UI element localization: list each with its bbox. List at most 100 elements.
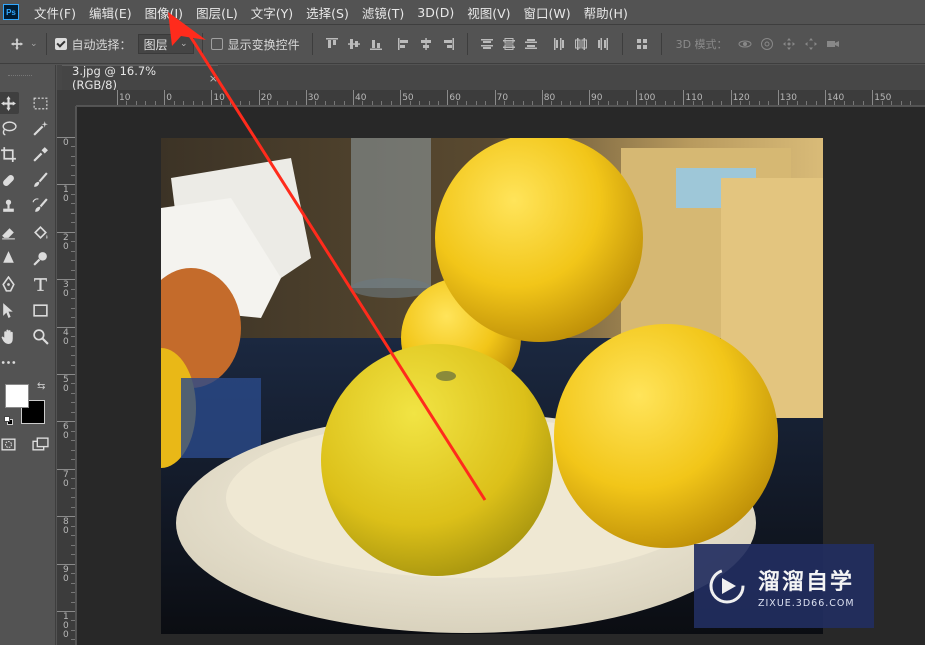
align-horizontal-centers-icon[interactable] <box>415 33 437 55</box>
distribute-top-edges-icon[interactable] <box>476 33 498 55</box>
lasso-tool-icon[interactable] <box>0 117 19 139</box>
ruler-minor-tick <box>324 101 326 105</box>
ruler-minor-tick <box>71 307 75 309</box>
menu-help[interactable]: 帮助(H) <box>584 3 628 22</box>
align-right-edges-icon[interactable] <box>437 33 459 55</box>
ruler-tick <box>400 90 402 105</box>
menu-image[interactable]: 图像(I) <box>145 3 183 22</box>
ruler-minor-tick <box>371 101 373 105</box>
ruler-minor-tick <box>806 101 808 105</box>
swap-colors-icon[interactable]: ⇆ <box>37 381 45 392</box>
edit-toolbar-more-icon[interactable] <box>0 351 19 373</box>
distribute-horizontal-centers-icon[interactable] <box>570 33 592 55</box>
ruler-minor-tick <box>71 174 75 176</box>
screen-mode-icon[interactable] <box>29 433 51 455</box>
auto-select-target-value: 图层 <box>143 37 168 52</box>
ruler-tick <box>541 90 543 105</box>
3d-roll-icon[interactable] <box>756 33 778 55</box>
align-vertical-centers-icon[interactable] <box>343 33 365 55</box>
brush-tool-icon[interactable] <box>29 169 51 191</box>
crop-tool-icon[interactable] <box>0 143 19 165</box>
ruler-minor-tick <box>277 101 279 105</box>
menu-file[interactable]: 文件(F) <box>34 3 76 22</box>
show-transform-controls-checkbox[interactable] <box>210 38 223 50</box>
menu-bar: Ps 文件(F) 编辑(E) 图像(I) 图层(L) 文字(Y) 选择(S) 滤… <box>0 0 925 24</box>
align-top-edges-icon[interactable] <box>321 33 343 55</box>
ruler-minor-tick <box>71 639 75 641</box>
toolbar-grip[interactable] <box>8 75 32 77</box>
document-tab[interactable]: 3.jpg @ 16.7%(RGB/8) × <box>62 64 218 92</box>
paint-bucket-tool-icon[interactable] <box>29 221 51 243</box>
foreground-color-swatch[interactable] <box>5 384 29 408</box>
auto-select-target-dropdown[interactable]: 图层 ⌄ <box>137 34 194 54</box>
photoshop-logo-icon[interactable]: Ps <box>3 4 19 20</box>
ruler-label: 30 <box>307 93 320 103</box>
marquee-tool-icon[interactable] <box>29 92 51 114</box>
3d-slide-icon[interactable] <box>800 33 822 55</box>
ruler-label: 60 <box>63 422 69 442</box>
options-bar: ⌄ 自动选择： 图层 ⌄ 显示变换控件 3D 模式： <box>0 24 925 64</box>
ruler-minor-tick <box>71 497 75 499</box>
ruler-minor-tick <box>71 212 75 214</box>
default-colors-icon[interactable] <box>4 416 14 426</box>
vertical-ruler[interactable]: 0 10 20 30 40 50 60 70 80 90 100 <box>57 106 76 645</box>
ruler-tick <box>777 90 779 105</box>
eraser-tool-icon[interactable] <box>0 221 19 243</box>
zoom-tool-icon[interactable] <box>29 325 51 347</box>
3d-orbit-icon[interactable] <box>734 33 756 55</box>
rectangle-tool-icon[interactable] <box>29 299 51 321</box>
3d-pan-icon[interactable] <box>778 33 800 55</box>
healing-brush-tool-icon[interactable] <box>0 169 19 191</box>
history-brush-tool-icon[interactable] <box>29 195 51 217</box>
move-tool-icon[interactable] <box>6 33 28 55</box>
align-left-edges-icon[interactable] <box>393 33 415 55</box>
distribute-left-edges-icon[interactable] <box>548 33 570 55</box>
menu-layer[interactable]: 图层(L) <box>196 3 238 22</box>
eyedropper-tool-icon[interactable] <box>29 143 51 165</box>
distribute-right-edges-icon[interactable] <box>592 33 614 55</box>
3d-camera-icon[interactable] <box>822 33 844 55</box>
menu-type[interactable]: 文字(Y) <box>251 3 293 22</box>
ruler-label: 20 <box>260 93 273 103</box>
menu-filter[interactable]: 滤镜(T) <box>362 3 404 22</box>
quick-mask-icon[interactable] <box>0 433 19 455</box>
menu-edit[interactable]: 编辑(E) <box>89 3 132 22</box>
path-selection-tool-icon[interactable] <box>0 299 19 321</box>
ruler-minor-tick <box>617 101 619 105</box>
move-tool-icon[interactable] <box>0 92 19 114</box>
clone-stamp-tool-icon[interactable] <box>0 195 19 217</box>
align-bottom-edges-icon[interactable] <box>365 33 387 55</box>
ruler-minor-tick <box>71 250 75 252</box>
distribute-bottom-edges-icon[interactable] <box>520 33 542 55</box>
hand-tool-icon[interactable] <box>0 325 19 347</box>
menu-select[interactable]: 选择(S) <box>306 3 349 22</box>
magic-wand-tool-icon[interactable] <box>29 117 51 139</box>
ruler-minor-tick <box>71 165 75 167</box>
ruler-tick <box>683 90 685 105</box>
ruler-tick <box>825 90 826 105</box>
ruler-origin[interactable] <box>57 90 76 106</box>
blur-tool-icon[interactable] <box>0 247 19 269</box>
menu-view[interactable]: 视图(V) <box>467 3 510 22</box>
menu-window[interactable]: 窗口(W) <box>524 3 571 22</box>
document-tab-title: 3.jpg @ 16.7%(RGB/8) <box>72 64 157 92</box>
ruler-minor-tick <box>230 101 232 105</box>
menu-3d[interactable]: 3D(D) <box>417 5 454 20</box>
ruler-minor-tick <box>71 345 75 347</box>
show-transform-controls-label: 显示变换控件 <box>227 37 300 52</box>
type-tool-icon[interactable] <box>29 273 51 295</box>
pen-tool-icon[interactable] <box>0 273 19 295</box>
distribute-vertical-centers-icon[interactable] <box>498 33 520 55</box>
ruler-minor-tick <box>71 193 75 195</box>
auto-align-layers-icon[interactable] <box>631 33 653 55</box>
ruler-minor-tick <box>71 554 75 556</box>
dodge-tool-icon[interactable] <box>29 247 51 269</box>
close-icon[interactable]: × <box>209 72 218 85</box>
horizontal-ruler[interactable]: 10 0 10 20 30 40 50 60 70 80 90 100 110 120 130 140 150 <box>76 90 925 106</box>
auto-select-checkbox[interactable] <box>54 38 67 50</box>
tool-preset-chevron-icon[interactable]: ⌄ <box>30 39 38 49</box>
ruler-minor-tick <box>71 203 75 205</box>
separator <box>311 33 313 55</box>
ruler-minor-tick <box>522 101 524 105</box>
ruler-minor-tick <box>862 101 864 105</box>
